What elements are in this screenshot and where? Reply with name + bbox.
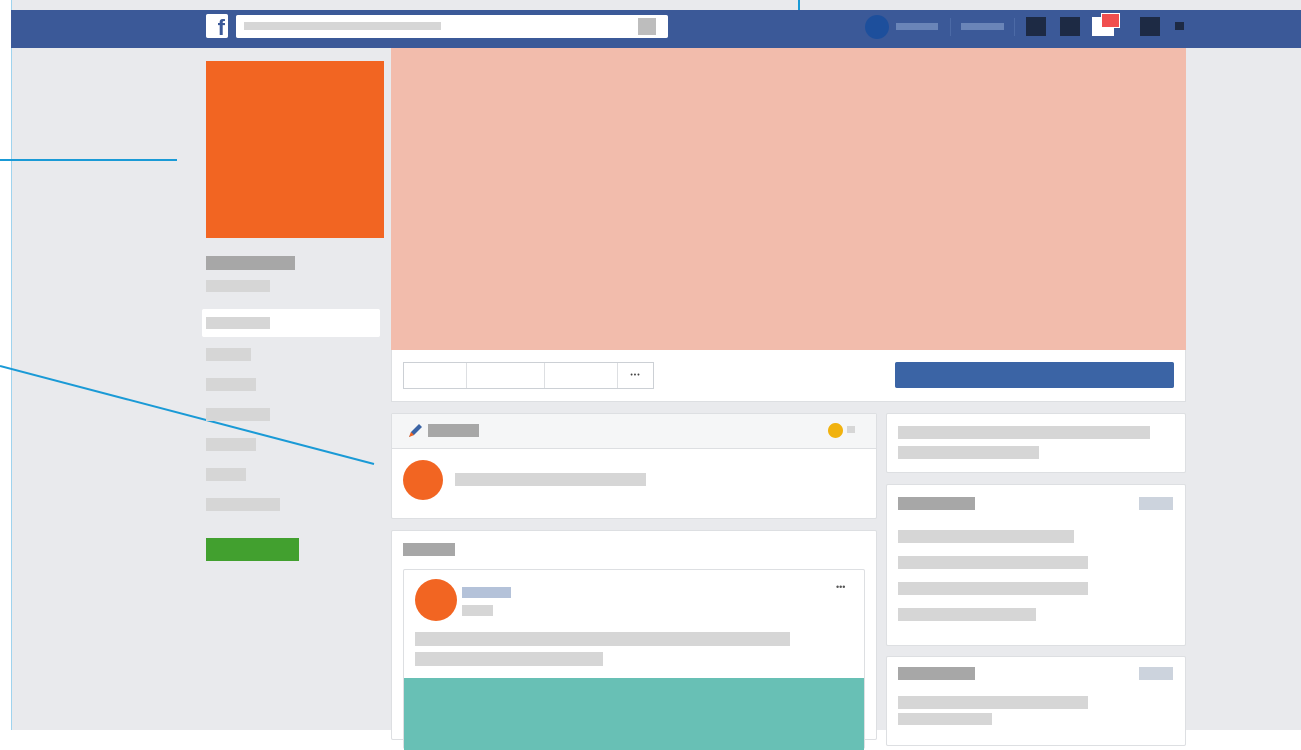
- pencil-icon: [409, 424, 422, 437]
- post-image[interactable]: [404, 678, 864, 750]
- sidebar-item-photos[interactable]: [206, 378, 256, 391]
- post-item: •••: [403, 569, 865, 750]
- sidebar-item-posts[interactable]: [206, 468, 246, 481]
- community-see-all-link[interactable]: [1139, 667, 1173, 680]
- callout-line-composer: [0, 365, 375, 465]
- primary-action-button[interactable]: [895, 362, 1174, 388]
- messages-icon[interactable]: [1060, 17, 1080, 36]
- friend-requests-icon[interactable]: [1026, 17, 1046, 36]
- community-line-2: [898, 713, 992, 725]
- share-button[interactable]: [545, 363, 618, 388]
- facebook-logo[interactable]: f: [206, 14, 228, 38]
- sidebar-item-events[interactable]: [206, 438, 256, 451]
- nav-divider-2: [1014, 18, 1015, 36]
- composer-card: [391, 413, 877, 519]
- post-author-avatar[interactable]: [415, 579, 457, 621]
- post-author-name-bar[interactable]: [462, 587, 511, 598]
- page-name-bar: [206, 256, 295, 270]
- account-menu-icon[interactable]: [1175, 22, 1184, 30]
- sidebar-item-label: [206, 317, 270, 329]
- sidebar-item-community[interactable]: [206, 498, 280, 511]
- sidebar-item-about[interactable]: [206, 348, 251, 361]
- audience-status-dot[interactable]: [828, 423, 843, 438]
- about-heading-bar: [898, 497, 975, 510]
- more-dots-icon[interactable]: •••: [618, 363, 653, 388]
- home-link-bar[interactable]: [961, 23, 1004, 30]
- about-line-3: [898, 582, 1088, 595]
- about-card: [886, 484, 1186, 646]
- like-button[interactable]: [404, 363, 467, 388]
- logo-letter: f: [217, 15, 225, 38]
- audience-status-chevron[interactable]: [847, 426, 855, 433]
- post-timestamp-bar: [462, 605, 493, 616]
- search-input[interactable]: [236, 15, 668, 38]
- user-avatar[interactable]: [865, 15, 889, 39]
- post-text-line-1: [415, 632, 790, 646]
- create-post-label-bar: [428, 424, 479, 437]
- posts-card: •••: [391, 530, 877, 750]
- sidebar-item-reviews[interactable]: [206, 408, 270, 421]
- community-heading-bar: [898, 667, 975, 680]
- notification-badge: [1101, 13, 1120, 28]
- post-text-line-2: [415, 652, 603, 666]
- cover-photo[interactable]: [391, 48, 1186, 350]
- promote-button[interactable]: [206, 538, 299, 561]
- about-line-1: [898, 530, 1074, 543]
- nav-divider: [950, 18, 951, 36]
- about-line-2: [898, 556, 1088, 569]
- callout-line-profile-picture: [0, 159, 177, 161]
- page-action-buttons: •••: [403, 362, 654, 389]
- page-info-line-2: [898, 446, 1039, 459]
- composer-avatar: [403, 460, 443, 500]
- sidebar-item-home[interactable]: [202, 309, 380, 337]
- page-username-bar: [206, 280, 270, 292]
- follow-button[interactable]: [467, 363, 545, 388]
- page-info-card: [886, 413, 1186, 473]
- community-card: [886, 656, 1186, 746]
- profile-picture[interactable]: [206, 61, 384, 238]
- community-line-1: [898, 696, 1088, 709]
- help-icon[interactable]: [1140, 17, 1160, 36]
- post-more-icon[interactable]: •••: [836, 582, 856, 592]
- posts-heading-bar: [403, 543, 455, 556]
- search-placeholder-bar: [244, 22, 441, 30]
- composer-placeholder-bar[interactable]: [455, 473, 646, 486]
- page-info-line-1: [898, 426, 1150, 439]
- user-name-bar[interactable]: [896, 23, 938, 30]
- about-see-all-link[interactable]: [1139, 497, 1173, 510]
- search-icon[interactable]: [638, 18, 656, 35]
- about-line-4: [898, 608, 1036, 621]
